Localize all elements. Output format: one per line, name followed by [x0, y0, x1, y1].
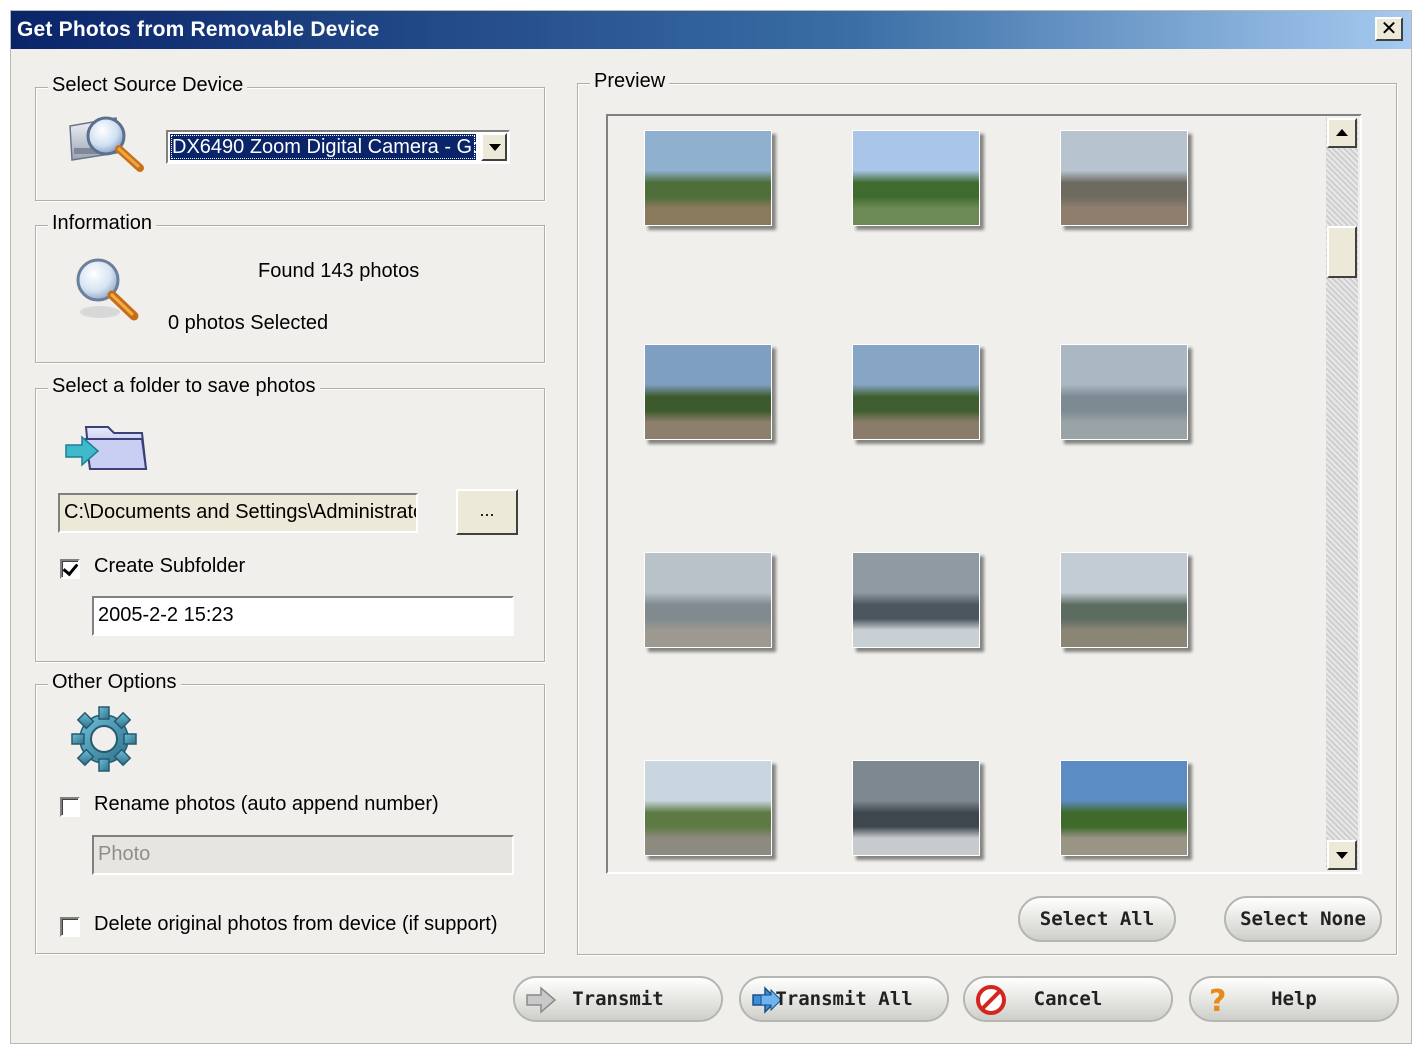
rename-prefix-field[interactable]: Photo: [92, 835, 514, 875]
source-device-legend: Select Source Device: [48, 74, 248, 97]
photo-thumbnail[interactable]: [852, 344, 980, 440]
found-count-text: Found 143 photos: [258, 260, 420, 282]
photo-thumbnail[interactable]: [644, 760, 772, 856]
delete-originals-label: Delete original photos from device (if s…: [94, 913, 498, 935]
rename-photos-label: Rename photos (auto append number): [94, 793, 439, 815]
transmit-label: Transmit: [572, 988, 664, 1010]
create-subfolder-label: Create Subfolder: [94, 555, 246, 577]
device-search-icon: [62, 108, 152, 178]
help-button[interactable]: ? Help: [1189, 976, 1399, 1022]
photo-thumbnail[interactable]: [852, 552, 980, 648]
photo-thumbnail[interactable]: [644, 552, 772, 648]
delete-originals-checkbox[interactable]: [60, 917, 80, 937]
help-label: Help: [1271, 988, 1317, 1010]
thumbnail-pane[interactable]: [606, 114, 1362, 874]
photo-thumbnail[interactable]: [644, 344, 772, 440]
scroll-thumb[interactable]: [1327, 226, 1357, 278]
magnifier-icon: [70, 254, 146, 326]
transmit-button[interactable]: Transmit: [513, 976, 723, 1022]
save-folder-group: Select a folder to save photos C:\Docume…: [35, 375, 545, 662]
transmit-all-label: Transmit All: [775, 988, 913, 1010]
device-select-value: DX6490 Zoom Digital Camera - G:: [170, 134, 476, 160]
photo-thumbnail[interactable]: [852, 130, 980, 226]
select-none-label: Select None: [1240, 908, 1366, 930]
cancel-label: Cancel: [1033, 988, 1103, 1010]
photo-thumbnail[interactable]: [1060, 552, 1188, 648]
close-button[interactable]: ✕: [1375, 17, 1403, 41]
photo-thumbnail[interactable]: [1060, 130, 1188, 226]
other-options-group: Other Options Rename photos (auto append…: [35, 671, 545, 954]
select-none-button[interactable]: Select None: [1224, 896, 1382, 942]
preview-legend: Preview: [590, 70, 670, 93]
photo-thumbnail[interactable]: [852, 760, 980, 856]
information-group: Information Found 143 photos 0 photos Se…: [35, 212, 545, 363]
create-subfolder-checkbox[interactable]: [60, 559, 80, 579]
vertical-scrollbar[interactable]: [1326, 118, 1358, 870]
scroll-down-button[interactable]: [1327, 840, 1357, 870]
folder-import-icon: [64, 419, 150, 475]
scroll-up-button[interactable]: [1327, 118, 1357, 148]
preview-group: Preview Select All Select None: [577, 70, 1397, 955]
title-bar[interactable]: Get Photos from Removable Device ✕: [11, 11, 1411, 49]
photo-thumbnail[interactable]: [644, 130, 772, 226]
select-all-button[interactable]: Select All: [1018, 896, 1176, 942]
photo-thumbnail[interactable]: [1060, 760, 1188, 856]
selected-count-text: 0 photos Selected: [168, 312, 329, 334]
save-folder-legend: Select a folder to save photos: [48, 375, 320, 398]
rename-photos-checkbox[interactable]: [60, 797, 80, 817]
source-device-group: Select Source Device DX6490 Zoom Digital…: [35, 74, 545, 201]
other-options-legend: Other Options: [48, 671, 181, 694]
window-title: Get Photos from Removable Device: [17, 18, 380, 41]
dialog-window: Get Photos from Removable Device ✕ Selec…: [10, 10, 1412, 1044]
select-all-label: Select All: [1039, 908, 1155, 930]
transmit-all-button[interactable]: Transmit All: [739, 976, 949, 1022]
subfolder-name-field[interactable]: 2005-2-2 15:23: [92, 596, 514, 636]
photo-thumbnail[interactable]: [1060, 344, 1188, 440]
information-legend: Information: [48, 212, 157, 235]
cancel-button[interactable]: Cancel: [963, 976, 1173, 1022]
browse-button[interactable]: ...: [456, 489, 518, 535]
save-path-field[interactable]: C:\Documents and Settings\Administrator\…: [58, 493, 418, 533]
gear-icon: [68, 703, 140, 775]
chevron-down-icon[interactable]: [481, 133, 507, 161]
device-select[interactable]: DX6490 Zoom Digital Camera - G:: [166, 130, 510, 164]
